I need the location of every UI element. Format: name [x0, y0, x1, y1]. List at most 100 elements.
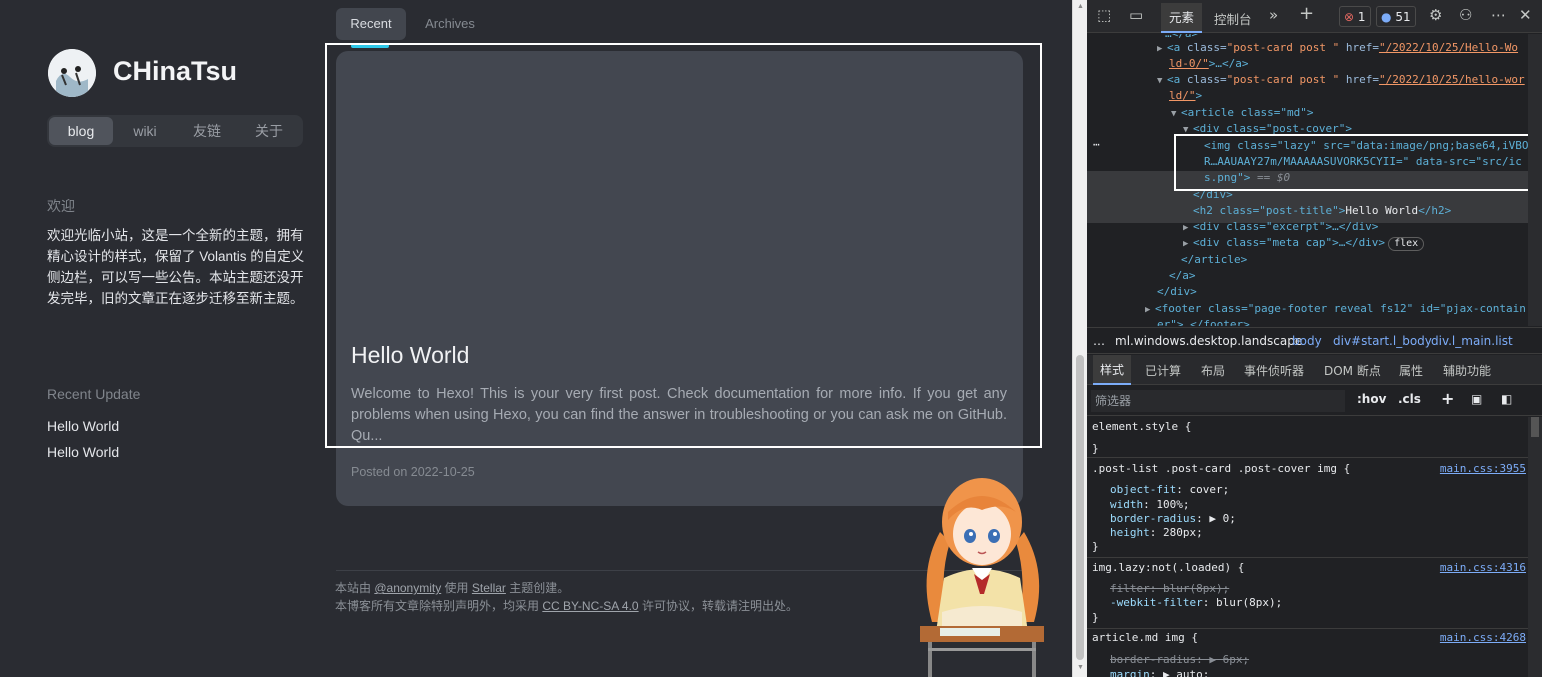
collapsed-triangle-icon[interactable]: ▶ [1157, 41, 1167, 57]
footer-author-link[interactable]: @anonymity [374, 581, 441, 595]
message-count-badge[interactable]: ● 51 [1376, 6, 1416, 27]
sidebar-toggle-icon[interactable]: ◧ [1501, 392, 1512, 406]
recent-update-item[interactable]: Hello World [47, 418, 119, 434]
nav-about[interactable]: 关于 [237, 115, 301, 147]
paint-icon[interactable]: ▣ [1471, 392, 1482, 406]
flex-badge[interactable]: flex [1388, 237, 1425, 251]
breadcrumb-item[interactable]: ml.windows.desktop.landscape [1115, 328, 1302, 353]
styles-tabs: 样式 已计算 布局 事件侦听器 DOM 断点 属性 辅助功能 [1087, 355, 1542, 385]
main-nav: blog wiki 友链 关于 [47, 115, 303, 147]
dom-line[interactable]: ▶ <a class="post-card post " href="/2022/… [1157, 40, 1518, 56]
tab-computed[interactable]: 已计算 [1145, 362, 1181, 379]
dom-line[interactable]: ▶ <div class="meta cap">…</div> flex [1183, 235, 1425, 252]
style-rule-selector[interactable]: .post-list .post-card .post-cover img { [1092, 462, 1350, 476]
dom-line[interactable]: ld/"> [1169, 88, 1202, 104]
style-source-link[interactable]: main.css:4316 [1440, 561, 1526, 574]
post-meta: Posted on 2022-10-25 [351, 465, 475, 479]
expanded-triangle-icon[interactable]: ▼ [1171, 106, 1181, 122]
dom-line[interactable]: </a> [1169, 268, 1196, 284]
nav-friends[interactable]: 友链 [175, 115, 239, 147]
site-title[interactable]: CHinaTsu [113, 56, 237, 87]
error-count-badge[interactable]: ⊗ 1 [1339, 6, 1371, 27]
dom-line[interactable]: ▶ <footer class="page-footer reveal fs12"… [1145, 301, 1526, 317]
more-tabs-icon[interactable]: » [1269, 6, 1278, 24]
dom-scrollbar[interactable] [1528, 34, 1542, 326]
collapsed-triangle-icon[interactable]: ▶ [1183, 236, 1193, 252]
dom-line[interactable]: ld-0/">…</a> [1169, 56, 1249, 72]
breadcrumb-item[interactable]: body [1292, 328, 1322, 353]
tab-accessibility[interactable]: 辅助功能 [1443, 362, 1491, 379]
style-declaration[interactable]: height: 280px; [1110, 526, 1203, 540]
expanded-triangle-icon[interactable]: ▼ [1157, 73, 1167, 89]
welcome-heading: 欢迎 [47, 198, 75, 214]
device-toolbar-icon[interactable]: ▭ [1129, 6, 1143, 24]
dom-line[interactable]: </div> [1157, 284, 1197, 300]
style-rule-selector[interactable]: article.md img { [1092, 631, 1198, 645]
add-tab-icon[interactable]: + [1299, 3, 1314, 24]
scroll-down-arrow-icon[interactable]: ▼ [1077, 664, 1084, 672]
dom-line[interactable]: <h2 class="post-title">Hello World</h2> [1193, 203, 1451, 219]
close-devtools-icon[interactable]: ✕ [1519, 6, 1532, 24]
tab-elements[interactable]: 元素 [1161, 3, 1203, 33]
styles-pane: element.style { } .post-list .post-card … [1087, 417, 1528, 677]
breadcrumb-item[interactable]: div#start.l_body [1333, 328, 1432, 353]
tab-event-listeners[interactable]: 事件侦听器 [1244, 362, 1304, 379]
scrollbar-thumb[interactable] [1531, 417, 1539, 437]
error-icon: ⊗ [1344, 10, 1355, 24]
collapsed-triangle-icon[interactable]: ▶ [1183, 220, 1193, 236]
site-logo-avatar[interactable] [48, 49, 96, 97]
selected-node-highlight-box [1174, 134, 1533, 191]
breadcrumb-item[interactable]: div.l_main.list [1431, 328, 1513, 353]
tab-properties[interactable]: 属性 [1399, 362, 1423, 379]
style-source-link[interactable]: main.css:3955 [1440, 462, 1526, 475]
styles-scrollbar[interactable] [1528, 417, 1542, 677]
new-rule-icon[interactable]: + [1441, 389, 1454, 408]
style-declaration[interactable]: border-radius: ▶ 0; [1110, 512, 1236, 526]
style-declaration[interactable]: object-fit: cover; [1110, 483, 1229, 497]
style-rule-selector[interactable]: element.style { [1092, 420, 1191, 434]
footer-line-2: 本博客所有文章除特别声明外，均采用 CC BY-NC-SA 4.0 许可协议，转… [335, 599, 798, 613]
node-actions-ellipsis-icon[interactable]: ⋯ [1093, 137, 1100, 153]
rule-separator [1087, 557, 1528, 558]
nav-blog[interactable]: blog [49, 117, 113, 145]
cls-toggle-button[interactable]: .cls [1398, 392, 1421, 406]
settings-gear-icon[interactable]: ⚙ [1429, 6, 1442, 24]
tab-dom-breakpoints[interactable]: DOM 断点 [1324, 362, 1381, 379]
style-source-link[interactable]: main.css:4268 [1440, 631, 1526, 644]
style-rule-selector[interactable]: img.lazy:not(.loaded) { [1092, 561, 1244, 575]
style-rule-end: } [1092, 611, 1099, 624]
style-declaration[interactable]: margin: ▶ auto; [1110, 668, 1209, 677]
breadcrumb-ellipsis-icon[interactable]: … [1093, 328, 1105, 353]
live2d-mascot-image[interactable] [918, 472, 1048, 677]
scroll-up-arrow-icon[interactable]: ▲ [1077, 3, 1084, 11]
hov-toggle-button[interactable]: :hov [1357, 392, 1386, 406]
inspect-element-icon[interactable]: ⬚ [1097, 6, 1111, 24]
rule-separator [1087, 628, 1528, 629]
dom-line[interactable]: </article> [1181, 252, 1247, 268]
style-declaration-overridden[interactable]: border-radius: ▶ 6px; [1110, 653, 1249, 667]
blog-page: CHinaTsu blog wiki 友链 关于 欢迎 欢迎光临小站，这是一个全… [0, 0, 1072, 677]
collapsed-triangle-icon[interactable]: ▶ [1145, 302, 1155, 318]
tab-console[interactable]: 控制台 [1214, 9, 1252, 28]
style-declaration[interactable]: width: 100%; [1110, 498, 1190, 512]
dom-line[interactable]: ▼ <article class="md"> [1171, 105, 1313, 121]
styles-filter-input[interactable]: 筛选器 [1091, 390, 1345, 412]
footer-license-link[interactable]: CC BY-NC-SA 4.0 [542, 599, 638, 613]
dom-line[interactable]: ▶ <div class="excerpt">…</div> [1183, 219, 1378, 235]
scrollbar-thumb[interactable] [1076, 355, 1084, 660]
tab-layout[interactable]: 布局 [1201, 362, 1225, 379]
more-options-icon[interactable]: ⋯ [1491, 6, 1506, 24]
customize-icon[interactable]: ⚇ [1459, 6, 1472, 24]
recent-update-item[interactable]: Hello World [47, 444, 119, 460]
dom-line[interactable]: er">…</footer> [1157, 317, 1250, 326]
footer-theme-link[interactable]: Stellar [472, 581, 506, 595]
tab-styles[interactable]: 样式 [1093, 355, 1132, 385]
devtools-toolbar: ⬚ ▭ 元素 控制台 » + ⊗ 1 ● 51 ⚙ ⚇ ⋯ ✕ [1087, 0, 1542, 33]
tab-archives[interactable]: Archives [414, 8, 486, 40]
nav-wiki[interactable]: wiki [113, 115, 177, 147]
tab-recent[interactable]: Recent [336, 8, 406, 40]
style-declaration-overridden[interactable]: filter: blur(8px); [1110, 582, 1229, 596]
page-scrollbar[interactable]: ▲ ▼ [1072, 0, 1087, 677]
style-declaration[interactable]: -webkit-filter: blur(8px); [1110, 596, 1282, 610]
dom-line[interactable]: ▼ <a class="post-card post " href="/2022/… [1157, 72, 1525, 88]
